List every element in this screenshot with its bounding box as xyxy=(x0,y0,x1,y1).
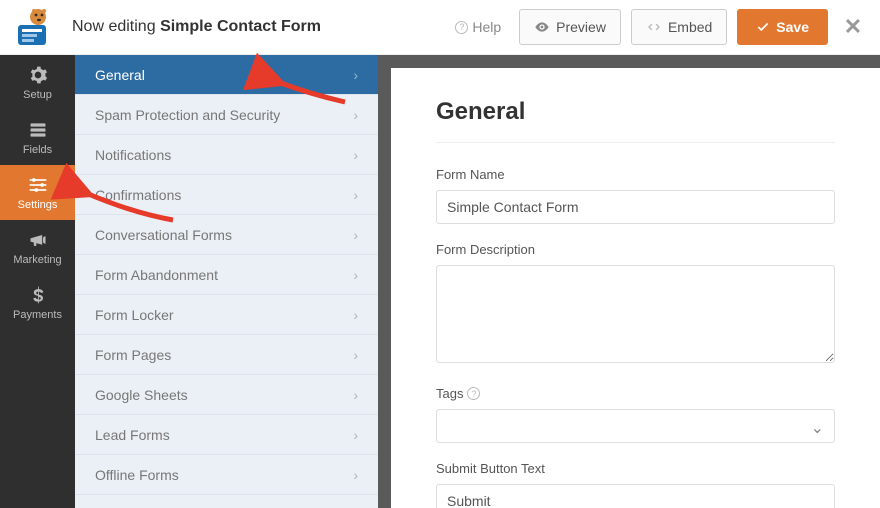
main-wrap: General Form Name Form Description Tags … xyxy=(378,55,880,508)
eye-icon xyxy=(534,19,550,35)
chevron-right-icon: › xyxy=(353,187,358,203)
now-editing-prefix: Now editing xyxy=(72,18,156,35)
help-icon: ? xyxy=(455,21,468,34)
list-icon xyxy=(28,120,48,140)
submenu-item-label: Lead Forms xyxy=(95,427,170,443)
chevron-right-icon: › xyxy=(353,227,358,243)
save-label: Save xyxy=(776,19,809,35)
submenu-item-label: Notifications xyxy=(95,147,171,163)
submenu-item-conversational-forms[interactable]: Conversational Forms › xyxy=(75,215,378,255)
rail-item-label: Payments xyxy=(13,309,62,321)
chevron-right-icon: › xyxy=(353,427,358,443)
submenu-item-label: Spam Protection and Security xyxy=(95,107,280,123)
chevron-right-icon: › xyxy=(353,267,358,283)
submenu-item-google-sheets[interactable]: Google Sheets › xyxy=(75,375,378,415)
submenu-item-label: Offline Forms xyxy=(95,467,179,483)
help-link[interactable]: ? Help xyxy=(455,19,501,35)
help-label: Help xyxy=(472,19,501,35)
select-tags[interactable]: ⌄ xyxy=(436,409,835,443)
input-submit-text[interactable] xyxy=(436,484,835,508)
input-form-name[interactable] xyxy=(436,190,835,224)
form-title: Simple Contact Form xyxy=(160,18,321,35)
chevron-right-icon: › xyxy=(353,107,358,123)
divider xyxy=(436,142,835,143)
rail-item-label: Setup xyxy=(23,89,52,101)
rail-payments[interactable]: Payments xyxy=(0,275,75,330)
input-form-description[interactable] xyxy=(436,265,835,363)
submenu-item-form-locker[interactable]: Form Locker › xyxy=(75,295,378,335)
rail-marketing[interactable]: Marketing xyxy=(0,220,75,275)
submenu-item-label: Form Pages xyxy=(95,347,171,363)
left-rail: Setup Fields Settings Marketing Payments xyxy=(0,55,75,508)
check-icon xyxy=(756,20,770,34)
rail-item-label: Fields xyxy=(23,144,52,156)
label-form-name: Form Name xyxy=(436,167,835,182)
chevron-right-icon: › xyxy=(353,67,358,83)
gear-icon xyxy=(28,65,48,85)
help-icon[interactable]: ? xyxy=(467,387,480,400)
submenu-item-label: Google Sheets xyxy=(95,387,188,403)
submenu-item-label: Confirmations xyxy=(95,187,181,203)
submenu-item-confirmations[interactable]: Confirmations › xyxy=(75,175,378,215)
label-form-description: Form Description xyxy=(436,242,835,257)
rail-settings[interactable]: Settings xyxy=(0,165,75,220)
embed-label: Embed xyxy=(668,19,712,35)
rail-item-label: Settings xyxy=(18,199,58,211)
rail-fields[interactable]: Fields xyxy=(0,110,75,165)
submenu-item-label: General xyxy=(95,67,145,83)
submenu-item-general[interactable]: General › xyxy=(75,55,378,95)
sliders-icon xyxy=(28,175,48,195)
settings-submenu[interactable]: General›Spam Protection and Security›Not… xyxy=(75,55,378,508)
rail-item-label: Marketing xyxy=(13,254,61,266)
wpforms-logo-icon xyxy=(12,7,52,47)
embed-icon xyxy=(646,19,662,35)
chevron-right-icon: › xyxy=(353,347,358,363)
submenu-item-label: Form Abandonment xyxy=(95,267,218,283)
submenu-item-lead-forms[interactable]: Lead Forms › xyxy=(75,415,378,455)
submenu-item-spam-protection-and-security[interactable]: Spam Protection and Security › xyxy=(75,95,378,135)
embed-button[interactable]: Embed xyxy=(631,9,727,45)
preview-button[interactable]: Preview xyxy=(519,9,621,45)
label-tags: Tags ? xyxy=(436,386,835,401)
save-button[interactable]: Save xyxy=(737,9,828,45)
submenu-item-offline-forms[interactable]: Offline Forms › xyxy=(75,455,378,495)
label-submit-text: Submit Button Text xyxy=(436,461,835,476)
settings-panel: General Form Name Form Description Tags … xyxy=(391,68,880,508)
top-bar: Now editing Simple Contact Form ? Help P… xyxy=(0,0,880,55)
submenu-item-label: Conversational Forms xyxy=(95,227,232,243)
now-editing-label: Now editing Simple Contact Form xyxy=(72,18,321,36)
preview-label: Preview xyxy=(556,19,606,35)
close-icon[interactable]: ✕ xyxy=(838,14,868,40)
chevron-right-icon: › xyxy=(353,147,358,163)
panel-heading: General xyxy=(436,98,835,126)
chevron-right-icon: › xyxy=(353,467,358,483)
submenu-item-form-pages[interactable]: Form Pages › xyxy=(75,335,378,375)
chevron-right-icon: › xyxy=(353,307,358,323)
dollar-icon xyxy=(28,285,48,305)
chevron-down-icon: ⌄ xyxy=(811,418,824,438)
submenu-item-form-abandonment[interactable]: Form Abandonment › xyxy=(75,255,378,295)
submenu-item-label: Form Locker xyxy=(95,307,174,323)
chevron-right-icon: › xyxy=(353,387,358,403)
submenu-item-notifications[interactable]: Notifications › xyxy=(75,135,378,175)
bullhorn-icon xyxy=(28,230,48,250)
rail-setup[interactable]: Setup xyxy=(0,55,75,110)
